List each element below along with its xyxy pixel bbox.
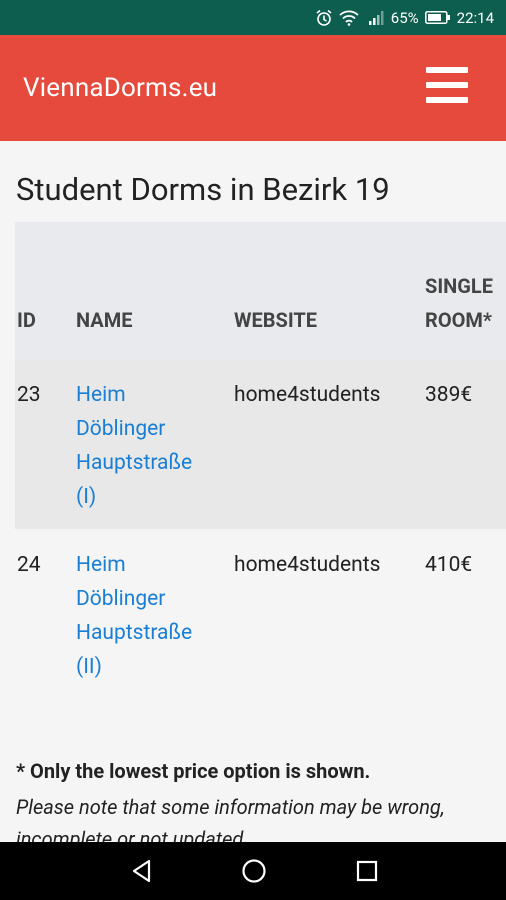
page-title: Student Dorms in Bezirk 19 (16, 171, 390, 208)
recents-icon[interactable] (352, 856, 382, 886)
dorm-name-line: Hauptstraße (76, 621, 193, 645)
home-icon[interactable] (239, 856, 269, 886)
hamburger-menu-icon[interactable] (426, 67, 468, 103)
dorm-name-link[interactable]: Heim Döblinger Hauptstraße (I) (76, 378, 216, 514)
wifi-icon (339, 10, 359, 26)
column-header-website: WEBSITE (234, 308, 318, 332)
signal-icon (368, 10, 385, 25)
dorm-name-line: (I) (76, 485, 97, 509)
battery-percent: 65% (390, 8, 419, 27)
dorm-name-line: (II) (76, 655, 102, 679)
dorm-name-line: Döblinger (76, 587, 166, 611)
alarm-icon (315, 9, 333, 27)
column-header-single-line1: SINGLE (425, 274, 493, 298)
dorm-website: home4students (234, 383, 381, 407)
app-bar: ViennaDorms.eu (0, 35, 506, 141)
table-row: 24 Heim Döblinger Hauptstraße (II) home4… (15, 529, 506, 699)
price-footnote: * Only the lowest price option is shown. (16, 759, 371, 783)
clock: 22:14 (456, 8, 494, 27)
dorm-id: 23 (17, 383, 41, 407)
dorm-id: 24 (17, 553, 41, 577)
dorm-name-link[interactable]: Heim Döblinger Hauptstraße (II) (76, 548, 216, 684)
disclaimer-note: Please note that some information may be… (16, 791, 506, 842)
site-brand[interactable]: ViennaDorms.eu (23, 73, 217, 103)
column-header-name: NAME (76, 308, 133, 332)
battery-icon (424, 11, 451, 24)
dorm-name-line: Heim (76, 553, 126, 577)
table-row: 23 Heim Döblinger Hauptstraße (I) home4s… (15, 359, 506, 529)
table-header: ID NAME WEBSITE SINGLE ROOM* (15, 222, 506, 360)
system-nav-bar (0, 842, 506, 900)
status-bar: 65% 22:14 (0, 0, 506, 35)
column-header-id: ID (17, 308, 36, 332)
page-content: Student Dorms in Bezirk 19 ID NAME WEBSI… (0, 141, 506, 842)
column-header-single-room: SINGLE ROOM* (425, 269, 493, 337)
dorm-name-line: Döblinger (76, 417, 166, 441)
disclaimer-line: Please note that some information may be… (16, 795, 445, 819)
dorm-price: 410€ (425, 553, 473, 577)
dorm-name-line: Hauptstraße (76, 451, 193, 475)
dorm-website: home4students (234, 553, 381, 577)
dorm-price: 389€ (425, 383, 473, 407)
column-header-single-line2: ROOM* (425, 308, 492, 332)
disclaimer-line: incomplete or not updated. (16, 827, 249, 842)
back-icon[interactable] (127, 856, 157, 886)
dorm-name-line: Heim (76, 383, 126, 407)
